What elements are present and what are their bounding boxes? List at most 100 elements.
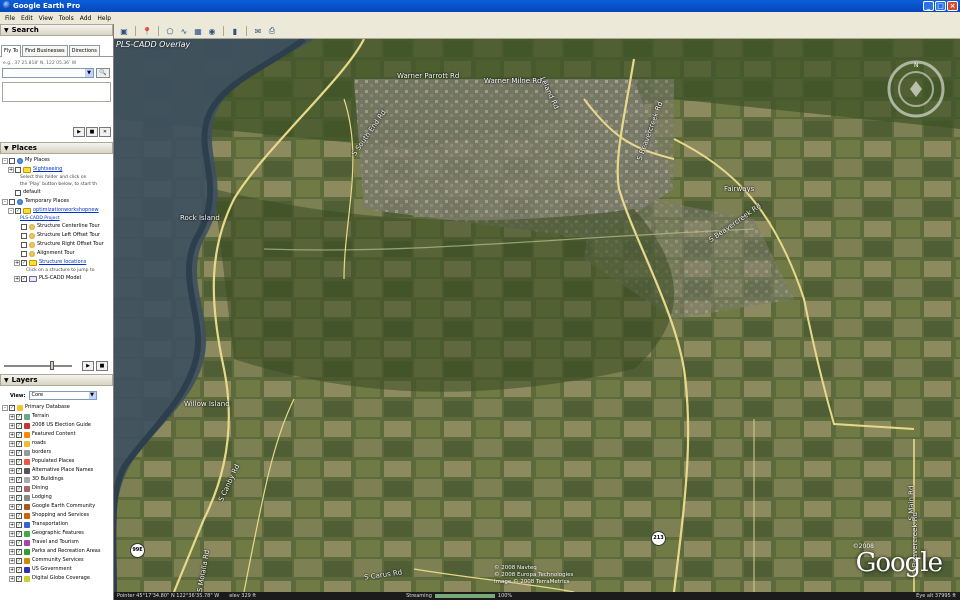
tab-fly-to[interactable]: Fly To (1, 45, 22, 57)
expand-toggle-icon[interactable]: + (9, 521, 15, 528)
tour-icon[interactable]: ◉ (206, 26, 218, 37)
email-icon[interactable]: ✉ (252, 26, 264, 37)
collapse-arrow-icon[interactable]: ▼ (4, 376, 9, 386)
layer-checkbox[interactable]: ✓ (16, 530, 22, 537)
layer-item[interactable]: + ✓ Dining (0, 484, 113, 493)
tour-speed-slider[interactable] (4, 361, 72, 370)
layer-item[interactable]: + ✓ Google Earth Community (0, 502, 113, 511)
place-checkbox[interactable] (21, 241, 27, 248)
navigation-controls[interactable]: N (886, 59, 946, 119)
clear-button[interactable]: ✕ (99, 127, 111, 137)
menu-edit[interactable]: Edit (18, 15, 36, 22)
play-tour-button[interactable]: ▶ (82, 361, 94, 371)
maximize-button[interactable]: □ (935, 1, 946, 11)
layer-checkbox[interactable]: ✓ (16, 512, 22, 519)
search-button[interactable]: 🔍 (96, 68, 110, 78)
slider-thumb[interactable] (50, 361, 54, 370)
expand-toggle-icon[interactable]: + (9, 530, 15, 537)
search-input[interactable]: ▼ (2, 68, 94, 78)
chevron-down-icon[interactable]: ▼ (88, 392, 96, 399)
close-button[interactable]: × (947, 1, 958, 11)
place-checkbox[interactable]: ✓ (21, 275, 27, 282)
expand-toggle-icon[interactable]: + (9, 575, 15, 582)
layer-item[interactable]: + ✓ Lodging (0, 493, 113, 502)
expand-toggle-icon[interactable]: - (8, 207, 14, 214)
place-checkbox[interactable] (9, 157, 15, 164)
expand-toggle-icon[interactable]: + (8, 166, 14, 173)
place-checkbox[interactable] (15, 166, 21, 173)
menu-file[interactable]: File (2, 15, 18, 22)
place-item[interactable]: default (2, 188, 113, 197)
path-icon[interactable]: ∿ (178, 26, 190, 37)
stop-button[interactable]: ■ (86, 127, 98, 137)
layer-checkbox[interactable]: ✓ (16, 458, 22, 465)
place-item[interactable]: + ✓ Structure locations (2, 258, 113, 267)
layer-checkbox[interactable]: ✓ (16, 557, 22, 564)
minimize-button[interactable]: _ (923, 1, 934, 11)
layer-item[interactable]: + ✓ Shopping and Services (0, 511, 113, 520)
joystick-icon[interactable] (910, 81, 922, 97)
layer-checkbox[interactable]: ✓ (16, 467, 22, 474)
layer-checkbox[interactable]: ✓ (16, 575, 22, 582)
expand-toggle-icon[interactable]: + (9, 548, 15, 555)
place-checkbox[interactable] (21, 223, 27, 230)
chevron-down-icon[interactable]: ▼ (85, 69, 93, 77)
expand-toggle-icon[interactable]: + (9, 413, 15, 420)
expand-toggle-icon[interactable]: + (9, 494, 15, 501)
expand-toggle-icon[interactable]: - (2, 404, 8, 411)
place-checkbox[interactable]: ✓ (21, 259, 27, 266)
place-item[interactable]: - ✓ optimizationworkshopnew (2, 206, 113, 215)
view-select[interactable]: Core ▼ (28, 391, 97, 400)
menu-add[interactable]: Add (77, 15, 95, 22)
place-checkbox[interactable] (15, 189, 21, 196)
layer-item[interactable]: + ✓ Travel and Tourism (0, 538, 113, 547)
expand-toggle-icon[interactable]: + (9, 440, 15, 447)
menu-help[interactable]: Help (94, 15, 114, 22)
layer-item[interactable]: + ✓ US Government (0, 565, 113, 574)
layer-item[interactable]: + ✓ Populated Places (0, 457, 113, 466)
layer-item[interactable]: - ✓ Primary Database (0, 403, 113, 412)
expand-toggle-icon[interactable]: + (9, 503, 15, 510)
layer-item[interactable]: + ✓ 2008 US Election Guide (0, 421, 113, 430)
layer-checkbox[interactable]: ✓ (16, 440, 22, 447)
expand-toggle-icon[interactable]: + (9, 557, 15, 564)
place-item[interactable]: - Temporary Places (2, 197, 113, 206)
stop-tour-button[interactable]: ■ (96, 361, 108, 371)
expand-toggle-icon[interactable]: + (9, 458, 15, 465)
collapse-arrow-icon[interactable]: ▼ (4, 144, 9, 154)
satellite-imagery[interactable] (114, 39, 960, 592)
layer-checkbox[interactable]: ✓ (16, 539, 22, 546)
play-button[interactable]: ▶ (73, 127, 85, 137)
expand-toggle-icon[interactable]: + (9, 476, 15, 483)
overlay-icon[interactable]: ▦ (192, 26, 204, 37)
layer-item[interactable]: + ✓ borders (0, 448, 113, 457)
expand-toggle-icon[interactable]: + (14, 259, 20, 266)
expand-toggle-icon[interactable]: + (9, 539, 15, 546)
map-view[interactable]: PLS-CADD Overlay Warner Parrott Rd Warne… (114, 39, 960, 592)
place-checkbox[interactable] (9, 198, 15, 205)
place-checkbox[interactable] (21, 250, 27, 257)
layer-item[interactable]: + ✓ Featured Content (0, 430, 113, 439)
layer-checkbox[interactable]: ✓ (16, 494, 22, 501)
expand-toggle-icon[interactable]: + (9, 422, 15, 429)
layer-checkbox[interactable]: ✓ (16, 521, 22, 528)
expand-toggle-icon[interactable]: + (9, 449, 15, 456)
place-item[interactable]: Alignment Tour (2, 249, 113, 258)
place-item[interactable]: Structure Left Offset Tour (2, 231, 113, 240)
tab-directions[interactable]: Directions (68, 45, 100, 56)
collapse-arrow-icon[interactable]: ▼ (4, 26, 9, 36)
place-item[interactable]: + ✓ PLS-CADD Model (2, 274, 113, 283)
sidebar-icon[interactable]: ▣ (118, 26, 130, 37)
tab-find-businesses[interactable]: Find Businesses (22, 45, 68, 56)
polygon-icon[interactable]: ⬠ (164, 26, 176, 37)
layer-checkbox[interactable]: ✓ (16, 422, 22, 429)
place-item[interactable]: + Sightseeing (2, 165, 113, 174)
layer-item[interactable]: + ✓ Terrain (0, 412, 113, 421)
expand-toggle-icon[interactable]: + (9, 512, 15, 519)
menu-view[interactable]: View (36, 15, 56, 22)
layer-item[interactable]: + ✓ 3D Buildings (0, 475, 113, 484)
layer-item[interactable]: + ✓ Community Services (0, 556, 113, 565)
layer-item[interactable]: + ✓ roads (0, 439, 113, 448)
layer-checkbox[interactable]: ✓ (16, 431, 22, 438)
menu-tools[interactable]: Tools (56, 15, 77, 22)
